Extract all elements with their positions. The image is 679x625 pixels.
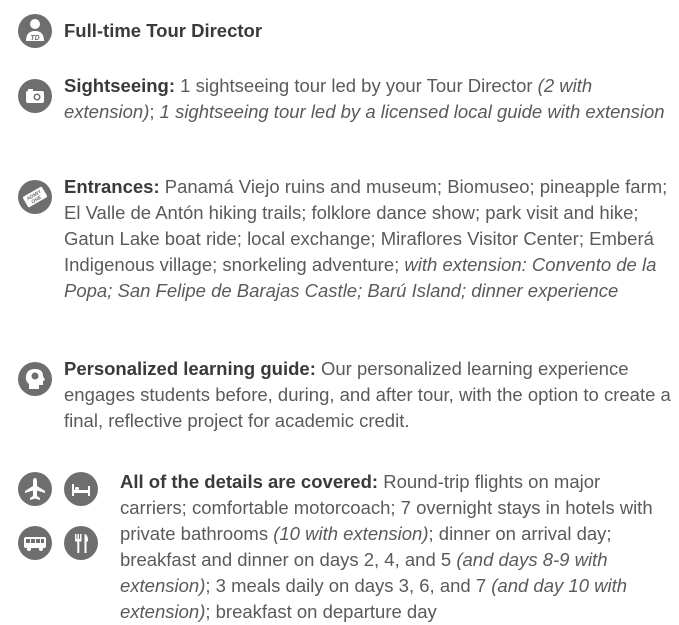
details-text-3: ; 3 meals daily on days 3, 6, and 7: [205, 575, 492, 596]
sightseeing-text-1: 1 sightseeing tour led by your Tour Dire…: [175, 75, 538, 96]
learning-label: Personalized learning guide:: [64, 358, 316, 379]
sightseeing-section: Sightseeing: 1 sightseeing tour led by y…: [64, 73, 671, 125]
details-section: All of the details are covered: Round-tr…: [120, 469, 671, 625]
entrances-label: Entrances:: [64, 176, 160, 197]
airplane-icon: [18, 472, 52, 506]
details-text-4: ; breakfast on departure day: [205, 601, 437, 622]
tour-director-badge: TD: [30, 35, 39, 42]
sightseeing-label: Sightseeing:: [64, 75, 176, 96]
sightseeing-italic-2: 1 sightseeing tour led by a licensed loc…: [159, 101, 665, 122]
bed-icon: [64, 472, 98, 506]
fork-knife-icon: [64, 526, 98, 560]
sightseeing-text-2: ;: [149, 101, 160, 122]
bus-icon: [18, 526, 52, 560]
tour-director-icon: TD: [18, 14, 52, 48]
entrances-section: Entrances: Panamá Viejo ruins and museum…: [64, 174, 671, 304]
details-label: All of the details are covered:: [120, 471, 379, 492]
tour-director-title-text: Full-time Tour Director: [64, 20, 263, 41]
head-icon: [18, 362, 52, 396]
learning-section: Personalized learning guide: Our persona…: [64, 356, 671, 434]
details-italic-1: (10 with extension): [273, 523, 429, 544]
camera-icon: [18, 79, 52, 113]
ticket-icon: ADMIT ONE: [18, 180, 52, 214]
tour-director-title: Full-time Tour Director: [64, 18, 671, 44]
